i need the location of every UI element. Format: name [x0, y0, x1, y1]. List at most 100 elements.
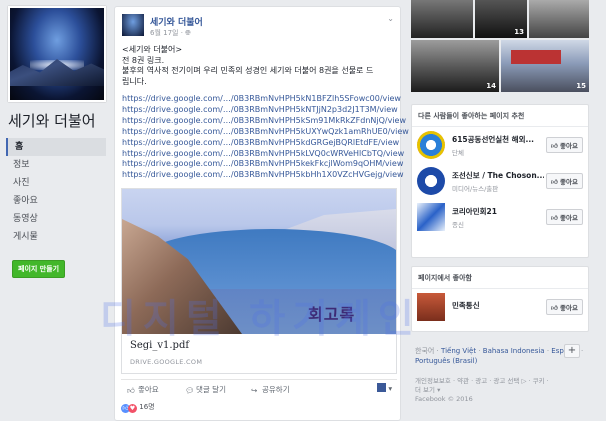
- photo-count-label: 15: [576, 82, 586, 90]
- post-date[interactable]: 6월 17일 · 🌐︎: [150, 28, 191, 38]
- language-selector: 한국어 · Tiếng Việt · Bahasa Indonesia · Es…: [415, 347, 584, 365]
- drive-link[interactable]: https://drive.google.com/…/0B3RBmNvHPH5k…: [122, 138, 399, 149]
- photo-thumb-banner: [511, 50, 561, 64]
- photo-thumb[interactable]: [411, 0, 473, 38]
- recommended-page-avatar[interactable]: [417, 131, 445, 159]
- drive-link[interactable]: https://drive.google.com/…/0B3RBmNvHPH5k…: [122, 127, 409, 138]
- post-options-chevron-icon[interactable]: ⌄: [387, 14, 394, 23]
- comment-action-label: 댓글 달기: [196, 385, 226, 394]
- right-column: 13 14 15 다른 사람들이 좋아하는 페이지 추천 615공동선언실천 해…: [411, 0, 606, 421]
- photo-thumb[interactable]: 13: [475, 0, 527, 38]
- photo-thumb[interactable]: [529, 0, 589, 38]
- drive-link[interactable]: https://drive.google.com/…/0B3RBmNvHPH5k…: [122, 94, 401, 105]
- profile-picture[interactable]: [8, 6, 106, 102]
- post-text-line: 전 8권 링크.: [122, 55, 165, 65]
- recommended-page-name[interactable]: 코리아민회21: [452, 206, 544, 217]
- drive-link[interactable]: https://drive.google.com/…/0B3RBmNvHPH5k…: [122, 149, 404, 160]
- attachment-title[interactable]: Segi_v1.pdf: [130, 340, 189, 351]
- thumbs-up-icon: 👍︎: [550, 142, 558, 150]
- reactions-count: 16명: [139, 403, 155, 411]
- drive-link[interactable]: https://drive.google.com/…/0B3RBmNvHPH5k…: [122, 170, 404, 181]
- post-text-line: 불후의 역사적 전기이며 우리 민족의 성경인 세기와 더불어 8권을 선물로 …: [122, 66, 374, 76]
- like-page-button-label: 좋아요: [560, 214, 578, 222]
- like-page-button-label: 좋아요: [560, 178, 578, 186]
- nav-item-info[interactable]: 정보: [6, 156, 106, 174]
- post-author-name[interactable]: 세기와 더불어: [150, 15, 203, 28]
- liked-page-name[interactable]: 민족통신: [452, 300, 544, 311]
- like-page-button[interactable]: 👍︎ 좋아요: [545, 137, 583, 153]
- recommend-heading: 다른 사람들이 좋아하는 페이지 추천: [412, 105, 588, 127]
- comment-action[interactable]: 💬︎댓글 달기: [185, 384, 226, 395]
- post-as-selector[interactable]: ▾: [377, 383, 392, 393]
- nav-item-home[interactable]: 홈: [6, 138, 106, 156]
- drive-link[interactable]: https://drive.google.com/…/0B3RBmNvHPH5k…: [122, 159, 403, 170]
- more-languages-button[interactable]: +: [564, 344, 580, 358]
- link-attachment[interactable]: 회고록 Segi_v1.pdf DRIVE.GOOGLE.COM: [121, 188, 397, 374]
- comment-icon: 💬︎: [185, 386, 195, 395]
- thumbs-up-icon: 👍︎: [550, 304, 558, 312]
- share-icon: ↪: [251, 386, 258, 395]
- liked-pages-card: 페이지에서 좋아함 민족통신 👍︎ 좋아요: [411, 266, 589, 332]
- photo-grid: 13 14 15: [411, 0, 589, 92]
- post-author-avatar[interactable]: [122, 14, 144, 36]
- love-reaction-icon: ♥: [128, 404, 137, 413]
- recommended-page-category: 미디어/뉴스/출판: [452, 185, 499, 193]
- page-title[interactable]: 세기와 더불어: [8, 110, 96, 131]
- post-card: 세기와 더불어 6월 17일 · 🌐︎ ⌄ <세기와 더불어> 전 8권 링크.…: [114, 6, 409, 421]
- like-page-button-label: 좋아요: [560, 304, 578, 312]
- footer-more[interactable]: 더 보기 ▾: [415, 386, 585, 395]
- drive-link[interactable]: https://drive.google.com/…/0B3RBmNvHPH5k…: [122, 116, 406, 127]
- like-page-button[interactable]: 👍︎ 좋아요: [545, 209, 583, 225]
- create-page-button[interactable]: 페이지 만들기: [12, 260, 66, 278]
- nav-item-likes[interactable]: 좋아요: [6, 192, 106, 210]
- recommended-page-avatar[interactable]: [417, 167, 445, 195]
- recommended-page-name[interactable]: 615공동선언실천 해외...: [452, 134, 544, 145]
- recommended-page-category: 종신: [452, 221, 464, 229]
- like-page-button[interactable]: 👍︎ 좋아요: [545, 299, 583, 315]
- post-text: <세기와 더불어> 전 8권 링크. 불후의 역사적 전기이며 우리 민족의 성…: [122, 45, 396, 87]
- globe-icon: 🌐︎: [185, 29, 191, 37]
- attachment-image-caption: 회고록: [308, 305, 356, 324]
- attachment-image[interactable]: 회고록: [122, 189, 396, 334]
- post-actions: 👍︎ 좋아요 💬︎댓글 달기 ↪ 공유하기 ▾: [121, 379, 397, 397]
- copyright: Facebook © 2016: [415, 395, 473, 403]
- drive-link[interactable]: https://drive.google.com/…/0B3RBmNvHPH5k…: [122, 105, 398, 116]
- liked-page-avatar[interactable]: [417, 293, 445, 321]
- share-action[interactable]: ↪ 공유하기: [251, 384, 290, 395]
- nav-item-videos[interactable]: 동영상: [6, 210, 106, 228]
- language-link[interactable]: Tiếng Việt: [441, 347, 476, 355]
- thumbs-up-icon: 👍︎: [127, 386, 135, 395]
- post-text-line: 립니다.: [122, 76, 147, 86]
- photo-thumb[interactable]: 14: [411, 40, 499, 92]
- like-action-label: 좋아요: [138, 385, 159, 394]
- like-page-button-label: 좋아요: [560, 142, 578, 150]
- photo-count-label: 14: [486, 82, 496, 90]
- recommended-page[interactable]: 615공동선언실천 해외... 단체 👍︎ 좋아요: [412, 127, 588, 163]
- footer-line[interactable]: 개인정보보호 · 약관 · 광고 · 광고 선택 ▷ · 쿠키 ·: [415, 377, 585, 386]
- recommend-card: 다른 사람들이 좋아하는 페이지 추천 615공동선언실천 해외... 단체 👍…: [411, 104, 589, 258]
- language-link[interactable]: Bahasa Indonesia: [483, 347, 545, 355]
- recommended-page[interactable]: 코리아민회21 종신 👍︎ 좋아요: [412, 199, 588, 235]
- liked-page[interactable]: 민족통신 👍︎ 좋아요: [412, 289, 588, 325]
- footer-links: 개인정보보호 · 약관 · 광고 · 광고 선택 ▷ · 쿠키 · 더 보기 ▾…: [415, 377, 585, 404]
- recommended-page-name[interactable]: 조선신보 / The Choson...: [452, 170, 544, 181]
- page-nav: 홈 정보 사진 좋아요 동영상 게시물: [6, 138, 106, 246]
- attachment-domain: DRIVE.GOOGLE.COM: [130, 358, 203, 366]
- post-as-avatar: [377, 383, 386, 392]
- like-page-button[interactable]: 👍︎ 좋아요: [545, 173, 583, 189]
- nav-item-photos[interactable]: 사진: [6, 174, 106, 192]
- reactions-summary[interactable]: 👍︎♥ 16명: [121, 402, 155, 413]
- recommended-page-avatar[interactable]: [417, 203, 445, 231]
- post-date-text: 6월 17일: [150, 29, 179, 37]
- photo-thumb[interactable]: 15: [501, 40, 589, 92]
- post-text-line: <세기와 더불어>: [122, 45, 183, 54]
- like-action[interactable]: 👍︎ 좋아요: [127, 384, 159, 395]
- recommended-page[interactable]: 조선신보 / The Choson... 미디어/뉴스/출판 👍︎ 좋아요: [412, 163, 588, 199]
- nav-item-posts[interactable]: 게시물: [6, 228, 106, 246]
- share-action-label: 공유하기: [262, 385, 290, 394]
- liked-pages-heading: 페이지에서 좋아함: [412, 267, 588, 289]
- recommended-page-category: 단체: [452, 149, 464, 157]
- post-links: https://drive.google.com/…/0B3RBmNvHPH5k…: [122, 94, 409, 181]
- thumbs-up-icon: 👍︎: [550, 214, 558, 222]
- language-link[interactable]: Português (Brasil): [415, 357, 477, 365]
